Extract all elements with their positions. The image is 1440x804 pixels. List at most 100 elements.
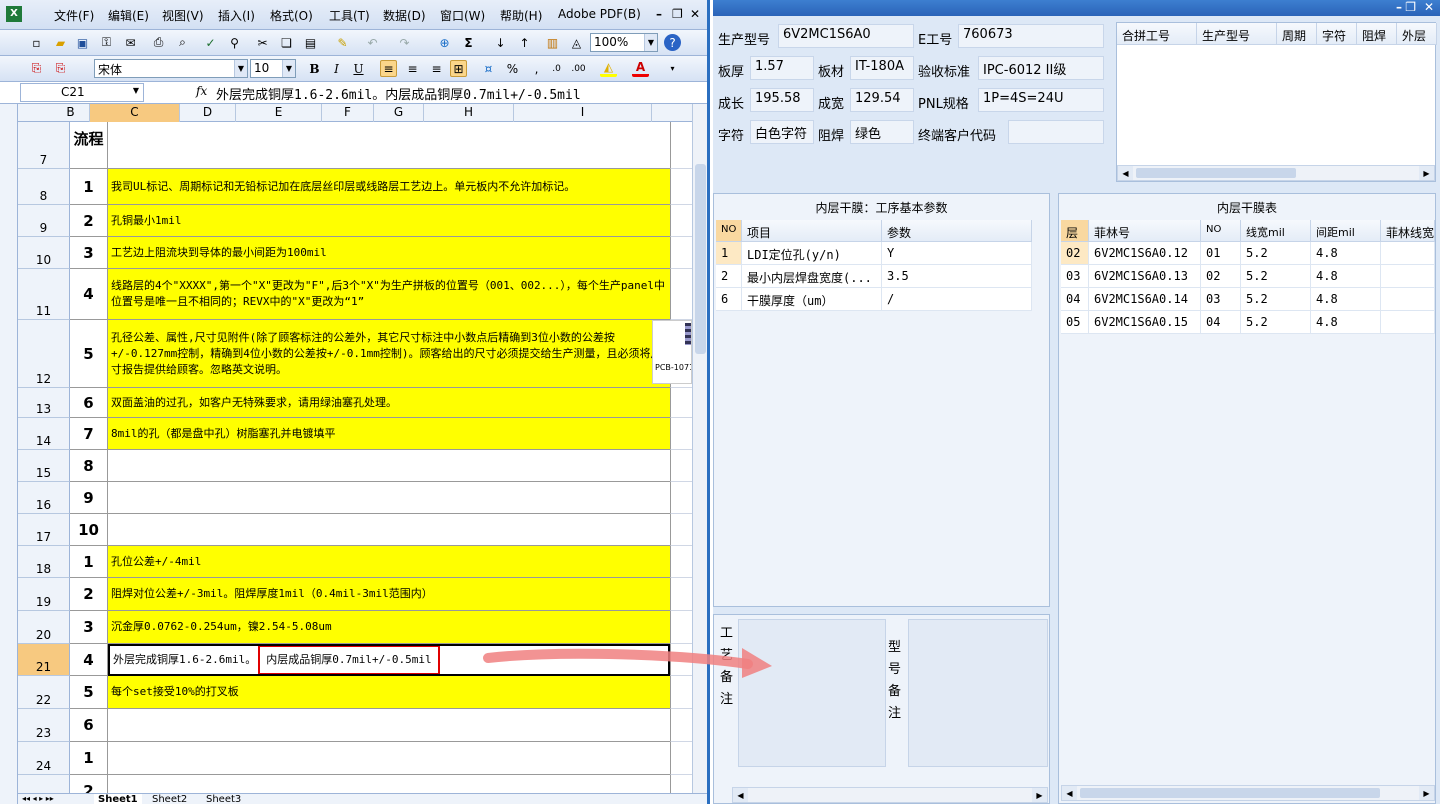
cell-b[interactable]: 9 — [70, 482, 108, 514]
cell-c[interactable] — [108, 450, 670, 482]
decrease-decimal-icon[interactable]: .00 — [570, 60, 587, 77]
cell-b[interactable]: 5 — [70, 676, 108, 709]
params-cell-val[interactable]: / — [882, 288, 1032, 311]
cell-b[interactable]: 3 — [70, 611, 108, 644]
minimize-icon[interactable]: – — [1396, 0, 1402, 14]
film-cell-sp[interactable]: 4.8 — [1311, 265, 1381, 288]
cell-b[interactable]: 4 — [70, 269, 108, 320]
column-header-c[interactable]: C — [90, 104, 180, 122]
cut-icon[interactable]: ✂ — [254, 34, 271, 51]
film-cell-sp[interactable]: 4.8 — [1311, 288, 1381, 311]
scroll-thumb[interactable] — [1136, 168, 1296, 178]
params-cell-item[interactable]: LDI定位孔(y/n) — [742, 242, 882, 265]
film-cell-film[interactable]: 6V2MC1S6A0.12 — [1089, 242, 1201, 265]
row-header[interactable]: 24 — [18, 742, 70, 775]
close-icon[interactable]: ✕ — [690, 7, 700, 21]
film-cell-film[interactable]: 6V2MC1S6A0.13 — [1089, 265, 1201, 288]
cell-j[interactable] — [670, 775, 692, 793]
cell-c[interactable]: 孔铜最小1mil — [108, 205, 670, 237]
row-header[interactable]: 18 — [18, 546, 70, 578]
film-header[interactable]: 菲林线宽 — [1381, 220, 1435, 242]
sheet-tab-1[interactable]: Sheet1 — [94, 794, 142, 804]
length-field[interactable]: 195.58 — [750, 88, 814, 112]
row-header[interactable]: 17 — [18, 514, 70, 546]
name-box[interactable]: C21 ▼ — [20, 83, 144, 102]
print-icon[interactable]: ⎙ — [150, 34, 167, 51]
cell-b[interactable]: 5 — [70, 320, 108, 388]
film-cell-sp[interactable]: 4.8 — [1311, 242, 1381, 265]
cell-b[interactable]: 2 — [70, 578, 108, 611]
film-cell-layer[interactable]: 04 — [1061, 288, 1089, 311]
autosum-icon[interactable]: Σ — [460, 34, 477, 51]
film-header[interactable]: 层 — [1061, 220, 1089, 242]
row-header[interactable]: 8 — [18, 169, 70, 205]
cell-j[interactable] — [670, 205, 692, 237]
sort-asc-icon[interactable]: ↓ — [492, 34, 509, 51]
menu-data[interactable]: 数据(D) — [383, 7, 426, 24]
cell-b[interactable]: 6 — [70, 709, 108, 742]
cell-c[interactable]: 孔位公差+/-4mil — [108, 546, 670, 578]
cell-j[interactable] — [670, 169, 692, 205]
cell-b[interactable]: 6 — [70, 388, 108, 418]
chart-wizard-icon[interactable]: ▥ — [544, 34, 561, 51]
film-cell-lw[interactable]: 5.2 — [1241, 242, 1311, 265]
horizontal-scrollbar[interactable]: ◀ ▶ — [732, 787, 1048, 803]
menu-view[interactable]: 视图(V) — [162, 7, 204, 24]
scroll-left-icon[interactable]: ◀ — [1062, 786, 1077, 800]
column-header-d[interactable]: D — [180, 104, 236, 122]
cell-j7[interactable] — [670, 122, 692, 169]
new-doc-icon[interactable]: ▫ — [28, 34, 45, 51]
cell-j[interactable] — [670, 578, 692, 611]
cell-j[interactable] — [670, 450, 692, 482]
menu-adobe-pdf[interactable]: Adobe PDF(B) — [558, 7, 641, 21]
cell-b[interactable]: 7 — [70, 418, 108, 450]
row-header[interactable]: 14 — [18, 418, 70, 450]
italic-icon[interactable]: I — [328, 60, 345, 77]
cell-c[interactable]: 工艺边上阻流块到导体的最小间距为100mil — [108, 237, 670, 269]
film-header[interactable]: 菲林号 — [1089, 220, 1201, 242]
standard-field[interactable]: IPC-6012 II级 — [978, 56, 1104, 80]
menu-file[interactable]: 文件(F) — [54, 7, 94, 24]
close-icon[interactable]: ✕ — [1424, 0, 1434, 14]
font-color-icon[interactable]: A — [632, 60, 649, 77]
cell-j[interactable] — [670, 269, 692, 320]
cell-j[interactable] — [670, 742, 692, 775]
excel-app-icon[interactable]: X — [6, 6, 22, 22]
film-cell-layer[interactable]: 03 — [1061, 265, 1089, 288]
row-header[interactable]: 15 — [18, 450, 70, 482]
scroll-left-icon[interactable]: ◀ — [733, 788, 748, 802]
spelling-icon[interactable]: ✓ — [202, 34, 219, 51]
row-header[interactable]: 25 — [18, 775, 70, 793]
row-header[interactable]: 21 — [18, 644, 70, 676]
menu-help[interactable]: 帮助(H) — [500, 7, 542, 24]
hyperlink-icon[interactable]: ⊕ — [436, 34, 453, 51]
merge-header[interactable]: 字符 — [1317, 23, 1357, 45]
row-header[interactable]: 20 — [18, 611, 70, 644]
cell-b7[interactable]: 流程 — [70, 122, 108, 169]
film-cell-no[interactable]: 01 — [1201, 242, 1241, 265]
params-cell-item[interactable]: 最小内层焊盘宽度(... — [742, 265, 882, 288]
column-header-f[interactable]: F — [322, 104, 374, 122]
menu-format[interactable]: 格式(O) — [270, 7, 313, 24]
font-size-select[interactable]: 10 ▼ — [250, 59, 296, 78]
film-cell-extra[interactable] — [1381, 288, 1435, 311]
align-right-icon[interactable]: ≡ — [428, 60, 445, 77]
params-cell-val[interactable]: 3.5 — [882, 265, 1032, 288]
film-cell-lw[interactable]: 5.2 — [1241, 311, 1311, 334]
row-header[interactable]: 16 — [18, 482, 70, 514]
thickness-field[interactable]: 1.57 — [750, 56, 814, 80]
drawing-icon[interactable]: ◬ — [568, 34, 585, 51]
film-cell-layer[interactable]: 05 — [1061, 311, 1089, 334]
row-header[interactable]: 9 — [18, 205, 70, 237]
minimize-icon[interactable]: – — [656, 7, 662, 21]
save-icon[interactable]: ▣ — [74, 34, 91, 51]
cell-b[interactable]: 4 — [70, 644, 108, 676]
mask-field[interactable]: 绿色 — [850, 120, 914, 144]
film-cell-extra[interactable] — [1381, 265, 1435, 288]
sheet-tab-3[interactable]: Sheet3 — [202, 794, 245, 804]
cell-c[interactable]: 我司UL标记、周期标记和无铅标记加在底层丝印层或线路层工艺边上。单元板内不允许加… — [108, 169, 670, 205]
cell-c[interactable] — [108, 742, 670, 775]
pnl-field[interactable]: 1P=4S=24U — [978, 88, 1104, 112]
cell-c7[interactable] — [108, 122, 670, 169]
film-header[interactable]: 间距mil — [1311, 220, 1381, 242]
